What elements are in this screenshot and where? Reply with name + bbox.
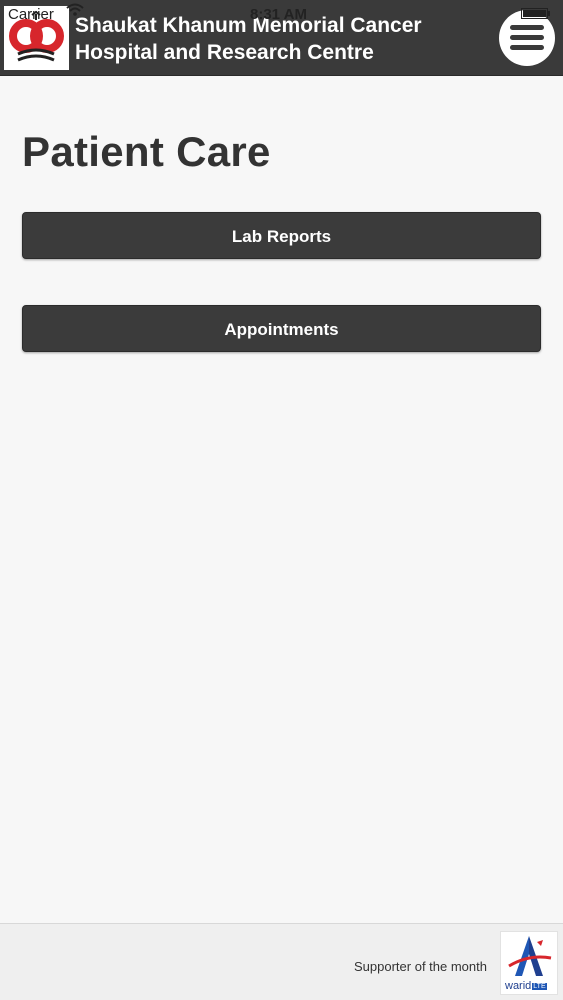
page-title: Patient Care [22, 128, 271, 175]
supporter-text: Supporter of the month [354, 959, 487, 974]
appointments-button[interactable]: Appointments [22, 305, 541, 352]
status-carrier: Carrier [8, 6, 54, 23]
warid-logo-icon [508, 936, 552, 976]
app-screen: Shaukat Khanum Memorial Cancer Hospital … [0, 0, 563, 1000]
sponsor-name: warid [505, 980, 532, 992]
status-time: 8:31 AM [250, 6, 307, 23]
lab-reports-button[interactable]: Lab Reports [22, 212, 541, 259]
wifi-icon [66, 3, 84, 16]
footer-bar: Supporter of the month warid LTE [0, 923, 563, 1000]
sponsor-badge: LTE [532, 982, 547, 990]
sponsor-logo[interactable]: warid LTE [500, 931, 558, 995]
sponsor-text: warid LTE [505, 980, 547, 992]
header-title-line2: Hospital and Research Centre [75, 41, 374, 64]
battery-icon [521, 8, 550, 19]
